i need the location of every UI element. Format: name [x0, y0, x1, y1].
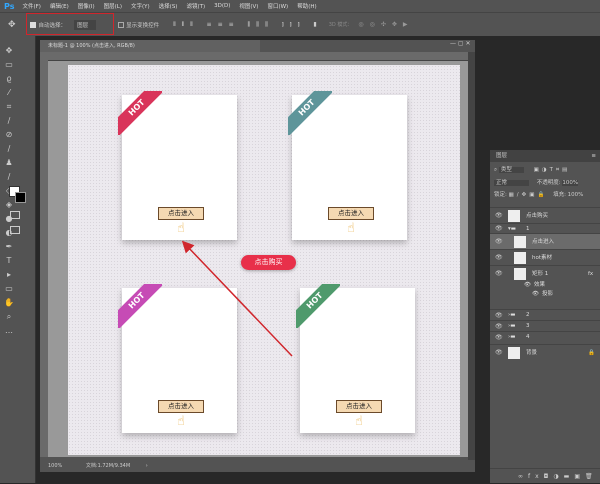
visibility-eye-icon[interactable]: 👁 — [495, 234, 503, 250]
filter-icons[interactable]: ▣◑T⌗▤ — [534, 167, 571, 173]
lock-label: 锁定: — [494, 192, 507, 198]
layers-tab[interactable]: 图层 — [496, 153, 507, 159]
blend-mode-dropdown[interactable]: 正常 — [494, 180, 530, 186]
eye-icon[interactable]: 👁 — [532, 290, 539, 299]
filter-search-icon: ⌕ — [494, 167, 498, 173]
layer-group-row[interactable]: 👁 ›▬ 3 — [490, 320, 600, 331]
layer-row[interactable]: 👁 hot素材 — [490, 249, 600, 265]
adjustment-icon[interactable]: ◑ — [553, 473, 563, 480]
layer-name: 点击购买 — [526, 213, 549, 219]
opacity-input[interactable]: 100% — [562, 180, 579, 186]
folder-icon: ›▬ — [508, 334, 516, 340]
fill-input[interactable]: 100% — [568, 192, 584, 198]
layer-thumbnail — [508, 210, 520, 222]
visibility-eye-icon[interactable]: 👁 — [495, 250, 503, 266]
layer-row[interactable]: 👁 矩形 1 fx — [490, 265, 600, 281]
zoom-level[interactable]: 100% — [48, 463, 62, 469]
trash-icon[interactable]: 🗑 — [585, 473, 598, 480]
layer-thumbnail — [514, 268, 526, 280]
fx-button[interactable]: fx — [528, 473, 544, 480]
new-group-icon[interactable]: ▬ — [564, 473, 575, 480]
layer-name: 背景 — [526, 350, 538, 356]
effect-row[interactable]: 👁 投影 — [490, 290, 600, 299]
layers-panel-header: 图层 ≡ — [490, 150, 600, 162]
layer-row-background[interactable]: 👁 背景 🔒 — [490, 344, 600, 360]
lock-icons[interactable]: ▦∕✥▣🔒 — [509, 192, 548, 198]
arrow-line — [181, 240, 293, 357]
layers-panel: 图层 ≡ ⌕ 类型 ▣◑T⌗▤ 正常 不透明度: 100% 锁定: ▦∕✥▣🔒 … — [490, 150, 600, 483]
link-icon[interactable]: ∞ — [518, 473, 528, 480]
opacity-label: 不透明度: — [536, 180, 561, 186]
layer-thumbnail — [508, 347, 520, 359]
status-bar: 100% 文档:1.72M/9.34M › — [40, 460, 475, 472]
layers-footer: ∞fx◘◑▬▣🗑 — [490, 468, 600, 483]
visibility-eye-icon[interactable]: 👁 — [495, 345, 503, 361]
eye-icon[interactable]: 👁 — [524, 281, 531, 290]
layer-thumbnail — [514, 252, 526, 264]
visibility-eye-icon[interactable]: 👁 — [495, 266, 503, 282]
filter-type-dropdown[interactable]: 类型 — [498, 167, 524, 173]
effect-name: 效果 — [534, 282, 546, 288]
panel-menu-icon[interactable]: ≡ — [591, 150, 596, 162]
layer-name: 矩形 1 — [532, 271, 549, 277]
layer-row[interactable]: 👁 点击购买 — [490, 207, 600, 223]
visibility-eye-icon[interactable]: 👁 — [495, 208, 503, 224]
status-arrow-icon[interactable]: › — [146, 463, 148, 469]
visibility-eye-icon[interactable]: 👁 — [495, 332, 503, 343]
layer-name: 4 — [526, 334, 530, 340]
layer-row-selected[interactable]: 👁 点击进入 — [490, 233, 600, 249]
layer-name: 点击进入 — [532, 239, 555, 245]
fill-label: 填充: — [553, 192, 566, 198]
effect-name: 投影 — [542, 291, 554, 297]
layer-group-row[interactable]: 👁 ›▬ 2 — [490, 309, 600, 320]
lock-icon: 🔒 — [588, 350, 595, 356]
effect-row[interactable]: 👁 效果 — [490, 281, 600, 290]
layer-thumbnail — [514, 236, 526, 248]
layer-group-row[interactable]: 👁 ›▬ 4 — [490, 331, 600, 342]
fx-icon[interactable]: fx — [588, 266, 593, 282]
new-layer-icon[interactable]: ▣ — [574, 473, 585, 480]
doc-info: 文档:1.72M/9.34M — [85, 463, 131, 469]
layer-name: hot素材 — [532, 255, 553, 261]
layer-group-row[interactable]: 👁 ▾▬ 1 — [490, 223, 600, 233]
mask-icon[interactable]: ◘ — [544, 473, 554, 480]
